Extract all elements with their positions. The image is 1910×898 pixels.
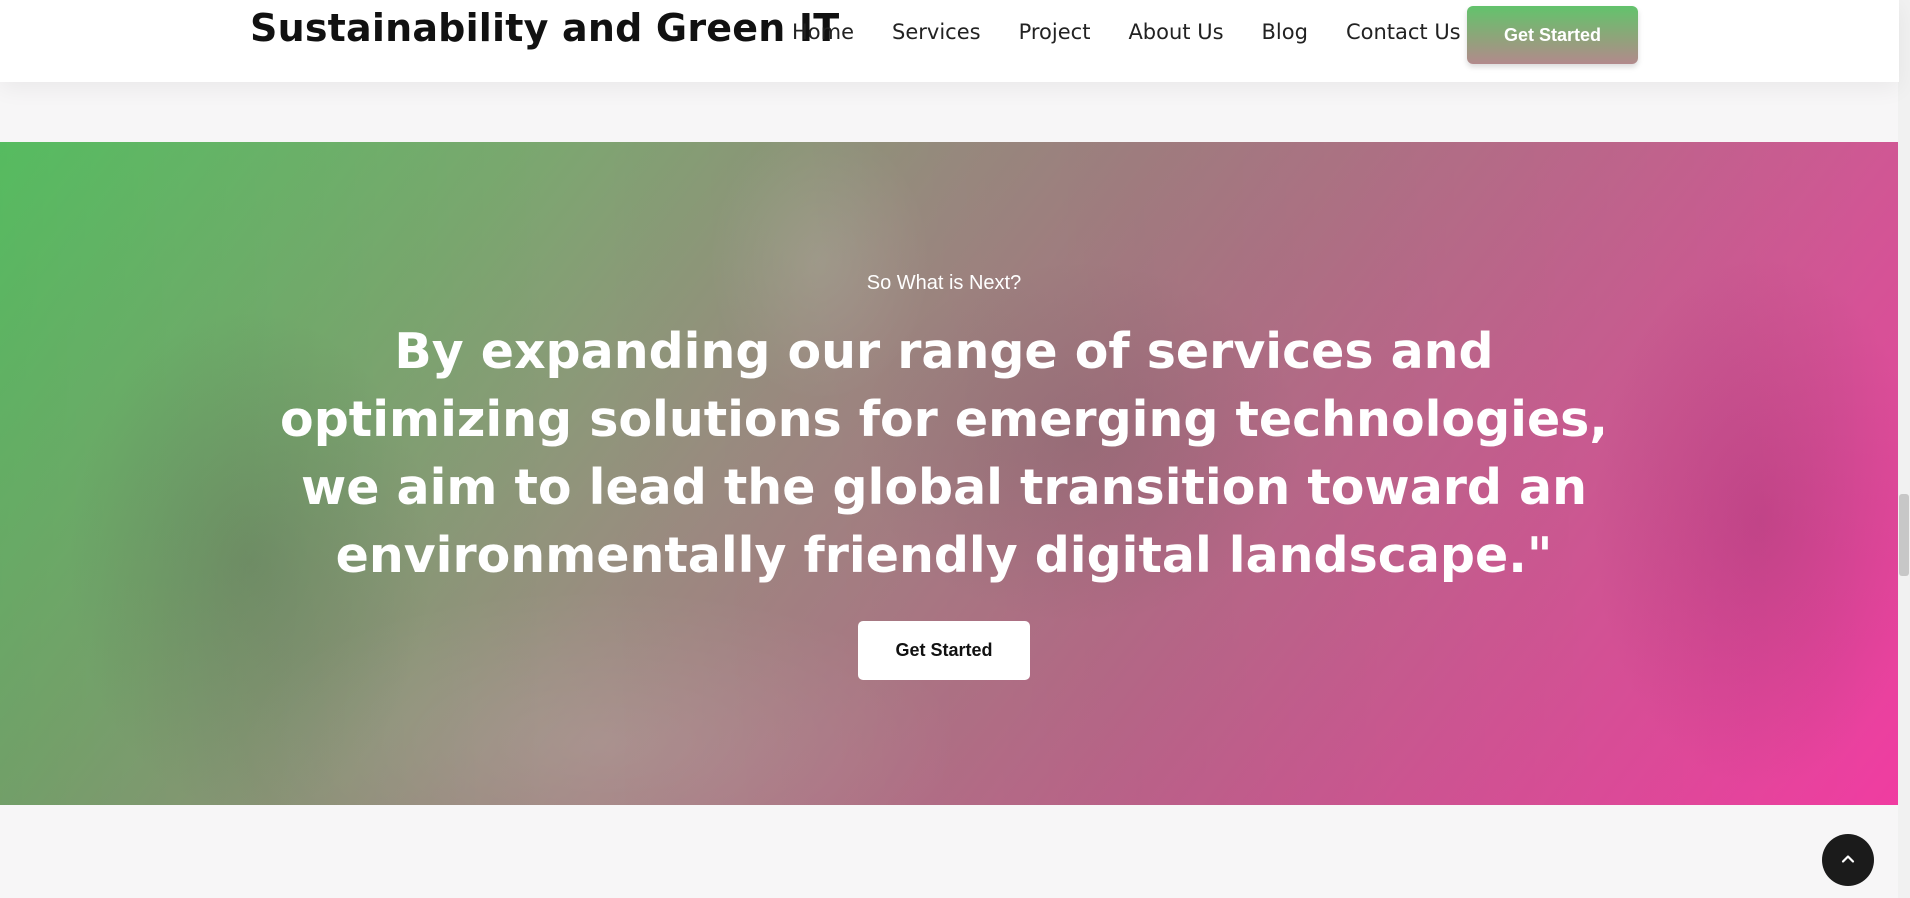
scrollbar-thumb[interactable] bbox=[1899, 494, 1909, 576]
hero-heading: By expanding our range of services and o… bbox=[280, 323, 1608, 584]
main-nav: Home Services Project About Us Blog Cont… bbox=[792, 20, 1499, 44]
header-get-started-button[interactable]: Get Started bbox=[1467, 6, 1638, 64]
site-header: Sustainability and Green IT Home Service… bbox=[0, 0, 1899, 82]
hero-eyebrow: So What is Next? bbox=[866, 272, 1022, 294]
nav-project[interactable]: Project bbox=[1019, 20, 1091, 44]
hero-get-started-button[interactable]: Get Started bbox=[858, 621, 1030, 680]
nav-services[interactable]: Services bbox=[892, 20, 981, 44]
nav-home[interactable]: Home bbox=[792, 20, 854, 44]
nav-contact-us[interactable]: Contact Us bbox=[1346, 20, 1461, 44]
page: Sustainability and Green IT Home Service… bbox=[0, 0, 1910, 898]
page-scrollbar[interactable] bbox=[1898, 0, 1910, 898]
nav-blog[interactable]: Blog bbox=[1262, 20, 1308, 44]
site-brand[interactable]: Sustainability and Green IT bbox=[250, 6, 839, 50]
chevron-up-icon bbox=[1839, 850, 1857, 871]
hero-section: So What is Next? By expanding our range … bbox=[0, 142, 1898, 805]
nav-about-us[interactable]: About Us bbox=[1128, 20, 1223, 44]
back-to-top-button[interactable] bbox=[1822, 834, 1874, 886]
